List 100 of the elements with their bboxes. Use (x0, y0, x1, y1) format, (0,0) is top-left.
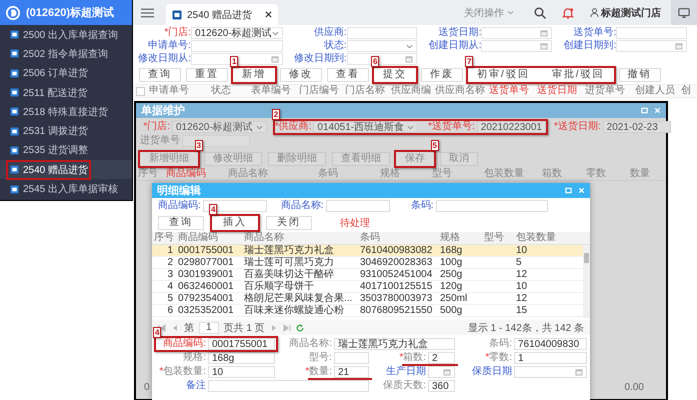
table-row[interactable]: 2 0298077001 瑞士莲可可黑巧克力 3046920028363 100g 5 (152, 257, 583, 269)
column-header: 申请单号 (148, 85, 190, 97)
checkbox[interactable] (136, 86, 144, 96)
input-field[interactable] (346, 27, 418, 39)
page-label: 第 (184, 322, 194, 334)
select-field[interactable]: 014051-西班迪斯食 (313, 121, 418, 133)
date-field[interactable] (481, 27, 552, 39)
page-icon (10, 184, 19, 194)
refresh-icon[interactable] (296, 324, 304, 332)
column-header: 型号 (431, 168, 453, 180)
toolbar-button[interactable]: 提交 (374, 68, 416, 82)
column-header: 零数 (585, 168, 607, 180)
input-field[interactable]: 360 (428, 380, 455, 392)
step-badge: 6 (371, 56, 380, 67)
sidebar-item[interactable]: 2500 出入库单据查询 (0, 25, 132, 44)
dialog-button[interactable]: 查询 (158, 216, 204, 230)
sidebar-item[interactable]: 2518 特殊直接进货 (0, 102, 132, 122)
logo-icon (6, 6, 20, 20)
column-header: 规格 (379, 168, 401, 180)
select-field[interactable]: 012620-标超测试 (172, 121, 267, 133)
status-text: 待处理 (340, 216, 370, 230)
page-summary: 显示 1 - 142条，共 142 条 (468, 322, 584, 334)
toolbar-button[interactable]: 撤销 (618, 68, 661, 82)
input-field[interactable] (191, 40, 283, 52)
date-field[interactable] (616, 40, 687, 52)
close-icon[interactable] (265, 11, 272, 18)
field-label: 供应商: (312, 27, 347, 39)
input-field[interactable]: 2 (428, 352, 455, 364)
calendar-icon (575, 368, 583, 376)
field-label: *箱数: (398, 352, 427, 364)
input-field[interactable]: 2021-02-23 (602, 121, 671, 133)
toolbar-button[interactable]: 初审/驳回 (468, 68, 539, 82)
page-input[interactable]: 1 (199, 322, 219, 334)
sidebar-item[interactable]: 2540 赠品进货 (0, 160, 132, 180)
scrollbar[interactable] (583, 245, 590, 318)
step-badge: 1 (230, 56, 238, 67)
input-field[interactable]: 10 (208, 366, 275, 378)
field-label: 备注 (185, 380, 207, 392)
input-field[interactable]: 21 (334, 366, 369, 378)
toolbar-button[interactable]: 新增 (233, 68, 275, 82)
maximize-icon[interactable] (641, 107, 648, 114)
page-count: 页共 1 页 (224, 322, 265, 334)
previous-page-icon[interactable] (171, 324, 179, 332)
sidebar-item[interactable]: 2535 进货调整 (0, 140, 132, 160)
sidebar-item[interactable]: 2511 配送进货 (0, 82, 132, 102)
first-page-icon[interactable] (158, 324, 166, 332)
field-label: 保质日期 (471, 366, 513, 378)
dialog-title: 单据维护 (141, 104, 185, 118)
column-header: 箱数 (541, 168, 563, 180)
input-field[interactable] (436, 200, 548, 212)
search-icon[interactable] (534, 6, 546, 18)
store-title: (012620)标超测试 (26, 6, 114, 20)
toolbar-button[interactable]: 查看 (327, 68, 369, 82)
field-label: 商品名称: (288, 338, 333, 350)
input-field[interactable] (334, 352, 369, 364)
dialog-title: 明细编辑 (157, 184, 201, 198)
date-field[interactable] (428, 366, 455, 378)
input-field[interactable] (326, 200, 390, 212)
sidebar-item[interactable]: 2502 指令单据查询 (0, 44, 132, 64)
input-field[interactable]: 76104009830 (514, 338, 587, 350)
step-badge: 4 (209, 204, 218, 215)
person-icon (590, 8, 599, 17)
toolbar-button[interactable]: 修改 (280, 68, 322, 82)
step-badge: 7 (465, 56, 474, 67)
step-badge: 2 (272, 109, 280, 120)
input-field[interactable]: 168g (208, 352, 275, 364)
next-page-icon[interactable] (270, 324, 278, 332)
toolbar-button[interactable]: 重置 (186, 68, 228, 82)
input-field[interactable] (182, 135, 250, 147)
maximize-icon[interactable] (565, 187, 572, 194)
column-header: 创 (680, 85, 692, 97)
toolbar-button[interactable]: 查询 (139, 68, 181, 82)
page-tab[interactable]: 2540 赠品进货 (166, 4, 278, 25)
field-label: 保质天数: (382, 380, 427, 392)
column-header: 规格 (439, 232, 461, 244)
toolbar-button[interactable]: 审批/驳回 (542, 68, 614, 82)
input-field[interactable]: 20210223001 (476, 121, 546, 133)
last-page-icon[interactable] (282, 324, 291, 332)
user-menu[interactable]: 标超测试门店 (590, 6, 661, 20)
sidebar-item[interactable]: 2545 出入库单据审核 (0, 179, 132, 199)
input-field[interactable]: 1 (514, 352, 587, 364)
column-header: 送货日期 (536, 85, 578, 97)
input-field[interactable]: 0001755001 (208, 338, 275, 350)
sidebar-item[interactable]: 2531 调拨进货 (0, 121, 132, 141)
monitor-icon[interactable] (678, 6, 690, 18)
sidebar-item[interactable]: 2506 订单进货 (0, 64, 132, 83)
field-label: *零数: (484, 352, 513, 364)
bell-icon[interactable] (562, 6, 574, 18)
menu-icon[interactable] (141, 8, 154, 18)
date-field[interactable] (481, 40, 552, 52)
dialog-button[interactable]: 插入 (212, 216, 258, 230)
input-field[interactable] (616, 27, 687, 39)
toolbar-button[interactable]: 作废 (421, 68, 463, 82)
dialog-button[interactable]: 关闭 (266, 216, 312, 230)
select-field[interactable]: 012620-标超测试 (191, 27, 283, 39)
select-field[interactable] (346, 40, 418, 52)
input-field[interactable] (208, 380, 369, 392)
date-field[interactable] (514, 366, 587, 378)
column-header: 包装数量 (515, 232, 557, 244)
input-field[interactable] (202, 200, 267, 212)
